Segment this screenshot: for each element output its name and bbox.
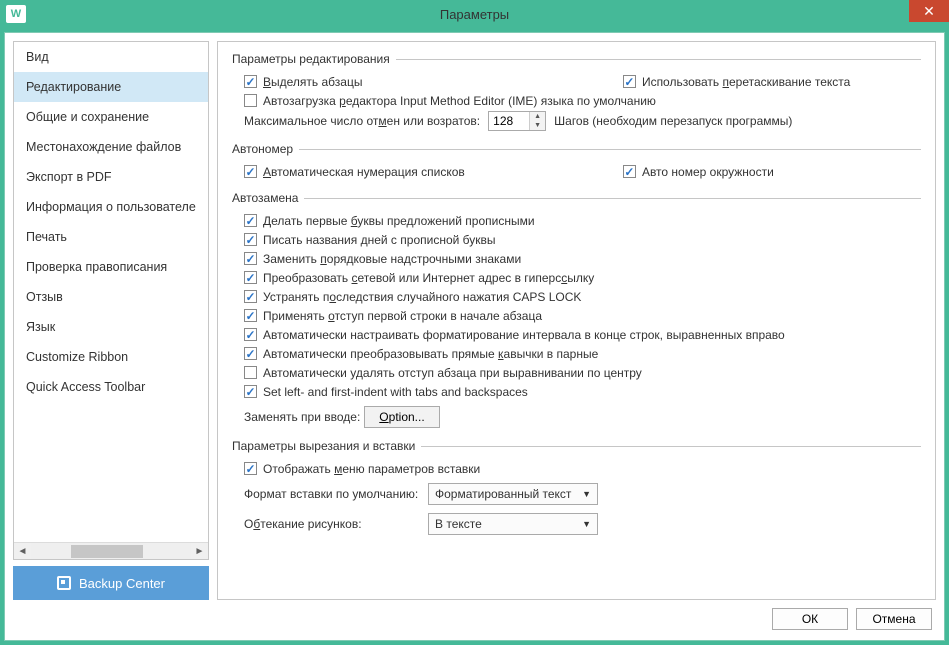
cb-highlight-paragraphs[interactable]: Выделять абзацы	[244, 75, 362, 89]
sidebar-item[interactable]: Информация о пользователе	[14, 192, 208, 222]
close-button[interactable]: ✕	[909, 0, 949, 22]
cb-autocorrect-item[interactable]: Автоматически преобразовывать прямые кав…	[244, 347, 598, 361]
cb-show-paste-options[interactable]: Отображать меню параметров вставки	[244, 462, 480, 476]
backup-center-label: Backup Center	[79, 576, 165, 591]
undo-suffix: Шагов (необходим перезапуск программы)	[554, 114, 792, 128]
wrap-select[interactable]: В тексте ▼	[428, 513, 598, 535]
sidebar-item[interactable]: Quick Access Toolbar	[14, 372, 208, 402]
inner-frame: ВидРедактированиеОбщие и сохранениеМесто…	[4, 32, 945, 641]
sidebar-item[interactable]: Вид	[14, 42, 208, 72]
settings-window: W Параметры ✕ ВидРедактированиеОбщие и с…	[0, 0, 949, 645]
sidebar-item[interactable]: Отзыв	[14, 282, 208, 312]
content-area: ВидРедактированиеОбщие и сохранениеМесто…	[0, 28, 949, 645]
sidebar-item[interactable]: Проверка правописания	[14, 252, 208, 282]
cb-autocorrect-item[interactable]: Писать названия дней с прописной буквы	[244, 233, 496, 247]
undo-input[interactable]	[489, 112, 529, 130]
group-edit-title: Параметры редактирования	[232, 52, 390, 66]
main-split: ВидРедактированиеОбщие и сохранениеМесто…	[13, 41, 936, 600]
paste-format-value: Форматированный текст	[435, 487, 571, 501]
sidebar-item[interactable]: Общие и сохранение	[14, 102, 208, 132]
cb-autocorrect-item[interactable]: Применять отступ первой строки в начале …	[244, 309, 542, 323]
backup-icon	[57, 576, 71, 590]
sidebar-item[interactable]: Customize Ribbon	[14, 342, 208, 372]
group-autonumber: Автономер Автоматическая нумерация списк…	[232, 142, 921, 181]
cb-autocorrect-item[interactable]: Заменить порядковые надстрочными знаками	[244, 252, 521, 266]
cb-autocorrect-item[interactable]: Автоматически удалять отступ абзаца при …	[244, 366, 642, 380]
ok-button[interactable]: ОК	[772, 608, 848, 630]
sidebar-item[interactable]: Местонахождение файлов	[14, 132, 208, 162]
cb-auto-circle-number[interactable]: Авто номер окружности	[623, 165, 774, 179]
option-button[interactable]: Option...	[364, 406, 439, 428]
cb-autocorrect-item[interactable]: Устранять последствия случайного нажатия…	[244, 290, 581, 304]
backup-center-button[interactable]: Backup Center	[13, 566, 209, 600]
group-edit-params: Параметры редактирования Выделять абзацы	[232, 52, 921, 132]
group-autocorrect-title: Автозамена	[232, 191, 298, 205]
undo-spin-up[interactable]: ▲	[530, 112, 545, 121]
undo-label: Максимальное число отмен или возратов:	[244, 114, 480, 128]
scroll-track[interactable]	[31, 543, 191, 560]
cb-drag-text[interactable]: Использовать перетаскивание текста	[623, 75, 850, 89]
wrap-value: В тексте	[435, 517, 482, 531]
cancel-button[interactable]: Отмена	[856, 608, 932, 630]
window-title: Параметры	[0, 7, 949, 22]
group-autocorrect: Автозамена Делать первые буквы предложен…	[232, 191, 921, 429]
cb-autocorrect-item[interactable]: Делать первые буквы предложений прописны…	[244, 214, 535, 228]
detail-pane: Параметры редактирования Выделять абзацы	[217, 41, 936, 600]
paste-format-select[interactable]: Форматированный текст ▼	[428, 483, 598, 505]
scroll-right-button[interactable]: ►	[191, 543, 208, 560]
sidebar-item[interactable]: Печать	[14, 222, 208, 252]
group-cut-paste-title: Параметры вырезания и вставки	[232, 439, 415, 453]
dropdown-icon: ▼	[582, 489, 591, 499]
cb-autocorrect-item[interactable]: Автоматически настраивать форматирование…	[244, 328, 785, 342]
sidebar-item[interactable]: Экспорт в PDF	[14, 162, 208, 192]
scroll-left-button[interactable]: ◄	[14, 543, 31, 560]
cb-autocorrect-item[interactable]: Set left- and first-indent with tabs and…	[244, 385, 528, 399]
replace-on-type-label: Заменять при вводе:	[244, 410, 360, 424]
group-autonumber-title: Автономер	[232, 142, 293, 156]
cb-ime-autoload[interactable]: Автозагрузка редактора Input Method Edit…	[244, 94, 656, 108]
undo-spinbox[interactable]: ▲ ▼	[488, 111, 546, 131]
sidebar-item[interactable]: Язык	[14, 312, 208, 342]
sidebar-hscrollbar[interactable]: ◄ ►	[14, 542, 208, 559]
group-cut-paste: Параметры вырезания и вставки Отображать…	[232, 439, 921, 536]
sidebar: ВидРедактированиеОбщие и сохранениеМесто…	[13, 41, 209, 600]
paste-format-label: Формат вставки по умолчанию:	[244, 487, 424, 501]
sidebar-item[interactable]: Редактирование	[14, 72, 208, 102]
cb-auto-list-numbering[interactable]: Автоматическая нумерация списков	[244, 165, 465, 179]
app-icon: W	[6, 5, 26, 23]
sidebar-list: ВидРедактированиеОбщие и сохранениеМесто…	[13, 41, 209, 560]
wrap-label: Обтекание рисунков:	[244, 517, 424, 531]
titlebar: W Параметры ✕	[0, 0, 949, 28]
dialog-footer: ОК Отмена	[13, 600, 936, 632]
cb-autocorrect-item[interactable]: Преобразовать сетевой или Интернет адрес…	[244, 271, 594, 285]
scroll-thumb[interactable]	[71, 545, 143, 558]
dropdown-icon: ▼	[582, 519, 591, 529]
undo-spin-down[interactable]: ▼	[530, 121, 545, 130]
